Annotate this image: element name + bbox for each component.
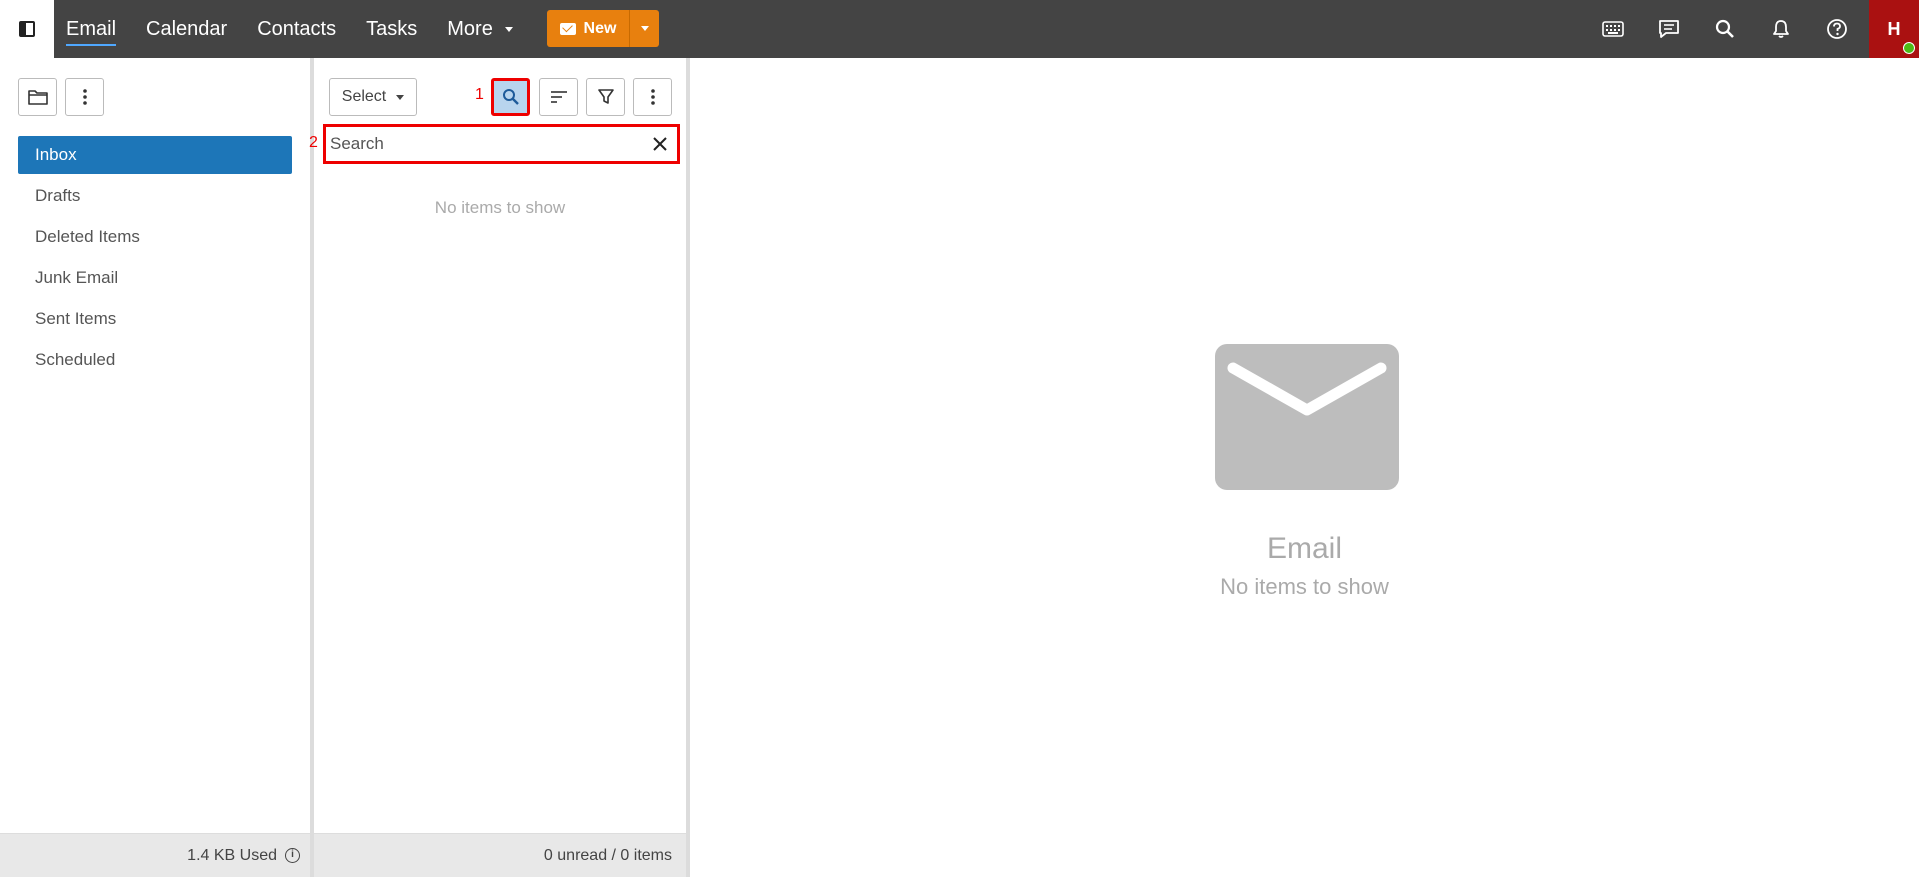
- nav-email[interactable]: Email: [66, 18, 117, 46]
- sort-icon: [550, 91, 567, 103]
- keyboard-icon: [1602, 21, 1624, 37]
- search-icon: [1715, 19, 1734, 38]
- folder-button[interactable]: [18, 78, 57, 116]
- nav-tasks[interactable]: Tasks: [366, 18, 417, 41]
- folder-panel: Inbox Drafts Deleted Items Junk Email Se…: [0, 58, 310, 877]
- folder-icon: [27, 90, 48, 105]
- help-icon: [1827, 19, 1847, 39]
- folder-item-drafts[interactable]: Drafts: [18, 177, 292, 215]
- search-box: [323, 124, 680, 164]
- bell-icon: [1773, 20, 1789, 38]
- notifications-button[interactable]: [1753, 0, 1809, 58]
- new-button[interactable]: New: [547, 10, 629, 47]
- storage-used-text: 1.4 KB Used: [187, 846, 277, 864]
- unread-count-status: 0 unread / 0 items: [543, 846, 672, 864]
- top-icons: H: [1585, 0, 1919, 58]
- avatar-initial: H: [1887, 18, 1901, 39]
- new-button-group: New: [547, 10, 659, 47]
- folder-item-deleted-items[interactable]: Deleted Items: [18, 218, 292, 256]
- empty-state-subtitle: No items to show: [1220, 574, 1389, 599]
- top-bar: Email Calendar Contacts Tasks More New H: [0, 0, 1919, 58]
- new-dropdown-button[interactable]: [629, 10, 659, 47]
- nav-more-label: More: [447, 17, 493, 40]
- folder-item-inbox[interactable]: Inbox: [18, 136, 292, 174]
- info-icon[interactable]: i: [285, 848, 300, 863]
- chevron-down-icon: [396, 94, 405, 100]
- chevron-down-icon: [504, 26, 513, 32]
- message-list-panel: Select 1 2 No items to show 0 unread / 0…: [309, 58, 690, 877]
- list-footer: 0 unread / 0 items: [314, 833, 686, 877]
- keyboard-shortcuts-button[interactable]: [1585, 0, 1641, 58]
- global-search-button[interactable]: [1697, 0, 1753, 58]
- more-vertical-icon: [82, 89, 87, 105]
- chevron-down-icon: [640, 26, 649, 31]
- main-nav: Email Calendar Contacts Tasks More: [66, 0, 543, 58]
- storage-footer: 1.4 KB Used i: [0, 833, 310, 877]
- search-toggle-button[interactable]: [491, 78, 530, 116]
- sidebar-toggle-icon: [19, 21, 35, 37]
- search-icon: [502, 89, 519, 105]
- help-button[interactable]: [1809, 0, 1865, 58]
- folder-item-junk-email[interactable]: Junk Email: [18, 259, 292, 297]
- sort-button[interactable]: [539, 78, 578, 116]
- chat-icon: [1659, 20, 1679, 38]
- annotation-marker-1: 1: [475, 86, 484, 103]
- search-input[interactable]: [330, 134, 650, 154]
- folder-item-scheduled[interactable]: Scheduled: [18, 341, 292, 379]
- select-label: Select: [341, 88, 387, 105]
- new-button-label: New: [583, 19, 617, 37]
- annotation-marker-2: 2: [309, 134, 318, 151]
- online-status-dot: [1903, 42, 1915, 54]
- more-vertical-icon: [650, 89, 655, 105]
- nav-calendar[interactable]: Calendar: [146, 18, 227, 41]
- sidebar-toggle-button[interactable]: [0, 0, 54, 58]
- nav-more-menu[interactable]: More: [447, 18, 513, 41]
- folder-item-sent-items[interactable]: Sent Items: [18, 300, 292, 338]
- envelope-icon: [1215, 344, 1399, 490]
- chat-button[interactable]: [1641, 0, 1697, 58]
- select-dropdown[interactable]: Select: [329, 78, 417, 116]
- nav-contacts[interactable]: Contacts: [257, 18, 336, 41]
- list-options-button[interactable]: [633, 78, 672, 116]
- folder-options-button[interactable]: [65, 78, 104, 116]
- list-empty-message: No items to show: [434, 198, 566, 217]
- close-icon[interactable]: [649, 133, 671, 155]
- folder-list: Inbox Drafts Deleted Items Junk Email Se…: [18, 136, 292, 382]
- user-avatar[interactable]: H: [1869, 0, 1919, 58]
- envelope-icon: [559, 22, 576, 35]
- filter-button[interactable]: [586, 78, 625, 116]
- filter-icon: [597, 89, 614, 104]
- empty-state-title: Email: [1266, 532, 1342, 565]
- reading-pane: Email No items to show: [690, 58, 1919, 877]
